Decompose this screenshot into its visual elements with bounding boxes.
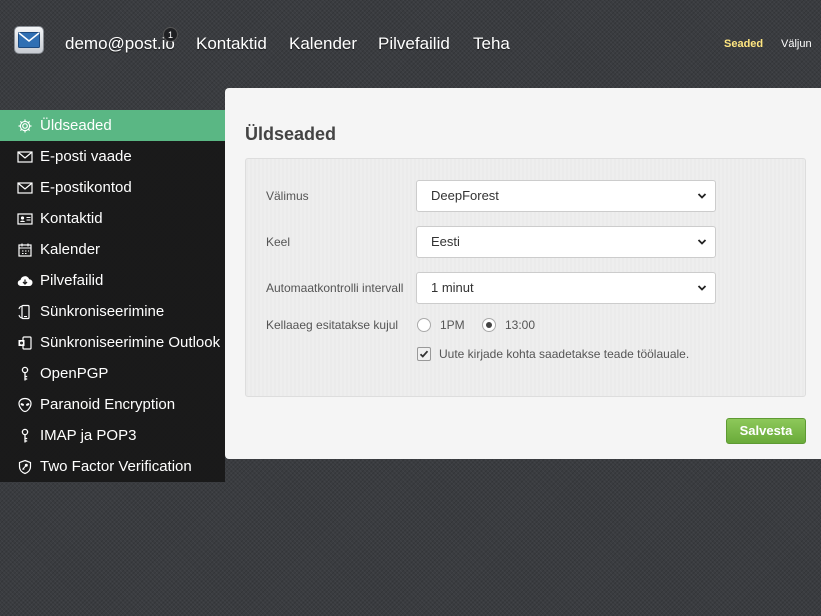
language-label: Keel	[266, 235, 291, 249]
nav-contacts[interactable]: Kontaktid	[196, 34, 267, 54]
sidebar-item-label: Sünkroniseerimine	[40, 303, 165, 320]
sidebar-item-imap-pop3[interactable]: IMAP ja POP3	[0, 420, 225, 451]
language-value: Eesti	[431, 234, 460, 249]
sidebar-item-mail-accounts[interactable]: E-postikontod	[0, 172, 225, 203]
sidebar-item-sync[interactable]: Sünkroniseerimine	[0, 296, 225, 327]
chevron-down-icon	[697, 193, 707, 199]
sidebar-item-label: IMAP ja POP3	[40, 427, 137, 444]
sync-phone-icon	[16, 303, 33, 320]
envelope-icon	[16, 179, 33, 196]
envelope-icon	[16, 148, 33, 165]
sidebar-item-label: Kalender	[40, 241, 101, 258]
language-select[interactable]: Eesti	[416, 226, 716, 258]
sidebar-item-label: Üldseaded	[40, 117, 112, 134]
time-format-24h-option[interactable]: 13:00	[482, 318, 535, 332]
desktop-notify-option[interactable]: Uute kirjade kohta saadetakse teade tööl…	[417, 347, 689, 361]
shield-key-icon	[16, 458, 33, 475]
sidebar-item-two-factor[interactable]: Two Factor Verification	[0, 451, 225, 482]
settings-link[interactable]: Seaded	[724, 38, 763, 50]
sidebar-item-label: Pilvefailid	[40, 272, 104, 289]
chevron-down-icon	[697, 285, 707, 291]
alien-icon	[16, 396, 33, 413]
logout-link[interactable]: Väljun	[781, 38, 812, 50]
desktop-notify-label: Uute kirjade kohta saadetakse teade tööl…	[439, 347, 690, 361]
appearance-select[interactable]: DeepForest	[416, 180, 716, 212]
checkmark-icon	[419, 350, 429, 358]
unread-badge: 1	[163, 27, 178, 42]
sidebar-item-contacts[interactable]: Kontaktid	[0, 203, 225, 234]
sidebar-item-label: Paranoid Encryption	[40, 396, 176, 413]
account-link[interactable]: demo@post.io	[65, 34, 175, 54]
time-format-label: Kellaaeg esitatakse kujul	[266, 318, 399, 332]
key-icon	[16, 427, 33, 444]
radio-1pm-label: 1PM	[440, 318, 465, 332]
page-title: Üldseaded	[245, 124, 337, 144]
sidebar-item-calendar[interactable]: Kalender	[0, 234, 225, 265]
sidebar-item-general[interactable]: Üldseaded	[0, 110, 225, 141]
radio-1pm[interactable]	[417, 318, 431, 332]
time-format-1pm-option[interactable]: 1PM	[417, 318, 465, 332]
sidebar-item-label: Sünkroniseerimine Outlook	[40, 334, 221, 351]
save-button[interactable]: Salvesta	[726, 418, 806, 444]
sidebar-item-label: E-posti vaade	[40, 148, 132, 165]
sidebar-item-sync-outlook[interactable]: Sünkroniseerimine Outlook	[0, 327, 225, 358]
sidebar-item-mail-view[interactable]: E-posti vaade	[0, 141, 225, 172]
gear-icon	[16, 117, 33, 134]
sidebar-item-cloud-files[interactable]: Pilvefailid	[0, 265, 225, 296]
nav-tasks[interactable]: Teha	[473, 34, 510, 54]
mail-logo-icon[interactable]	[14, 26, 44, 54]
radio-24h[interactable]	[482, 318, 496, 332]
autocheck-value: 1 minut	[431, 280, 474, 295]
nav-cloud-files[interactable]: Pilvefailid	[378, 34, 450, 54]
radio-24h-label: 13:00	[505, 318, 536, 332]
desktop-notify-checkbox[interactable]	[417, 347, 431, 361]
appearance-value: DeepForest	[431, 188, 499, 203]
autocheck-interval-select[interactable]: 1 minut	[416, 272, 716, 304]
key-icon	[16, 365, 33, 382]
sidebar-item-paranoid-encryption[interactable]: Paranoid Encryption	[0, 389, 225, 420]
contact-card-icon	[16, 210, 33, 227]
sidebar-item-openpgp[interactable]: OpenPGP	[0, 358, 225, 389]
sidebar-item-label: Two Factor Verification	[40, 458, 192, 475]
sync-outlook-icon	[16, 334, 33, 351]
chevron-down-icon	[697, 239, 707, 245]
settings-sidebar: Üldseaded E-posti vaade E-postikontod Ko…	[0, 110, 225, 482]
top-bar: demo@post.io 1 Kontaktid Kalender Pilvef…	[0, 0, 821, 88]
calendar-icon	[16, 241, 33, 258]
autocheck-label: Automaatkontrolli intervall	[266, 281, 404, 295]
settings-panel: Üldseaded Välimus DeepForest Keel Eesti …	[225, 88, 821, 459]
general-settings-form: Välimus DeepForest Keel Eesti Automaatko…	[245, 158, 806, 397]
sidebar-item-label: E-postikontod	[40, 179, 132, 196]
nav-calendar[interactable]: Kalender	[289, 34, 357, 54]
sidebar-item-label: Kontaktid	[40, 210, 103, 227]
sidebar-item-label: OpenPGP	[40, 365, 109, 382]
appearance-label: Välimus	[266, 189, 309, 203]
cloud-download-icon	[16, 272, 33, 289]
